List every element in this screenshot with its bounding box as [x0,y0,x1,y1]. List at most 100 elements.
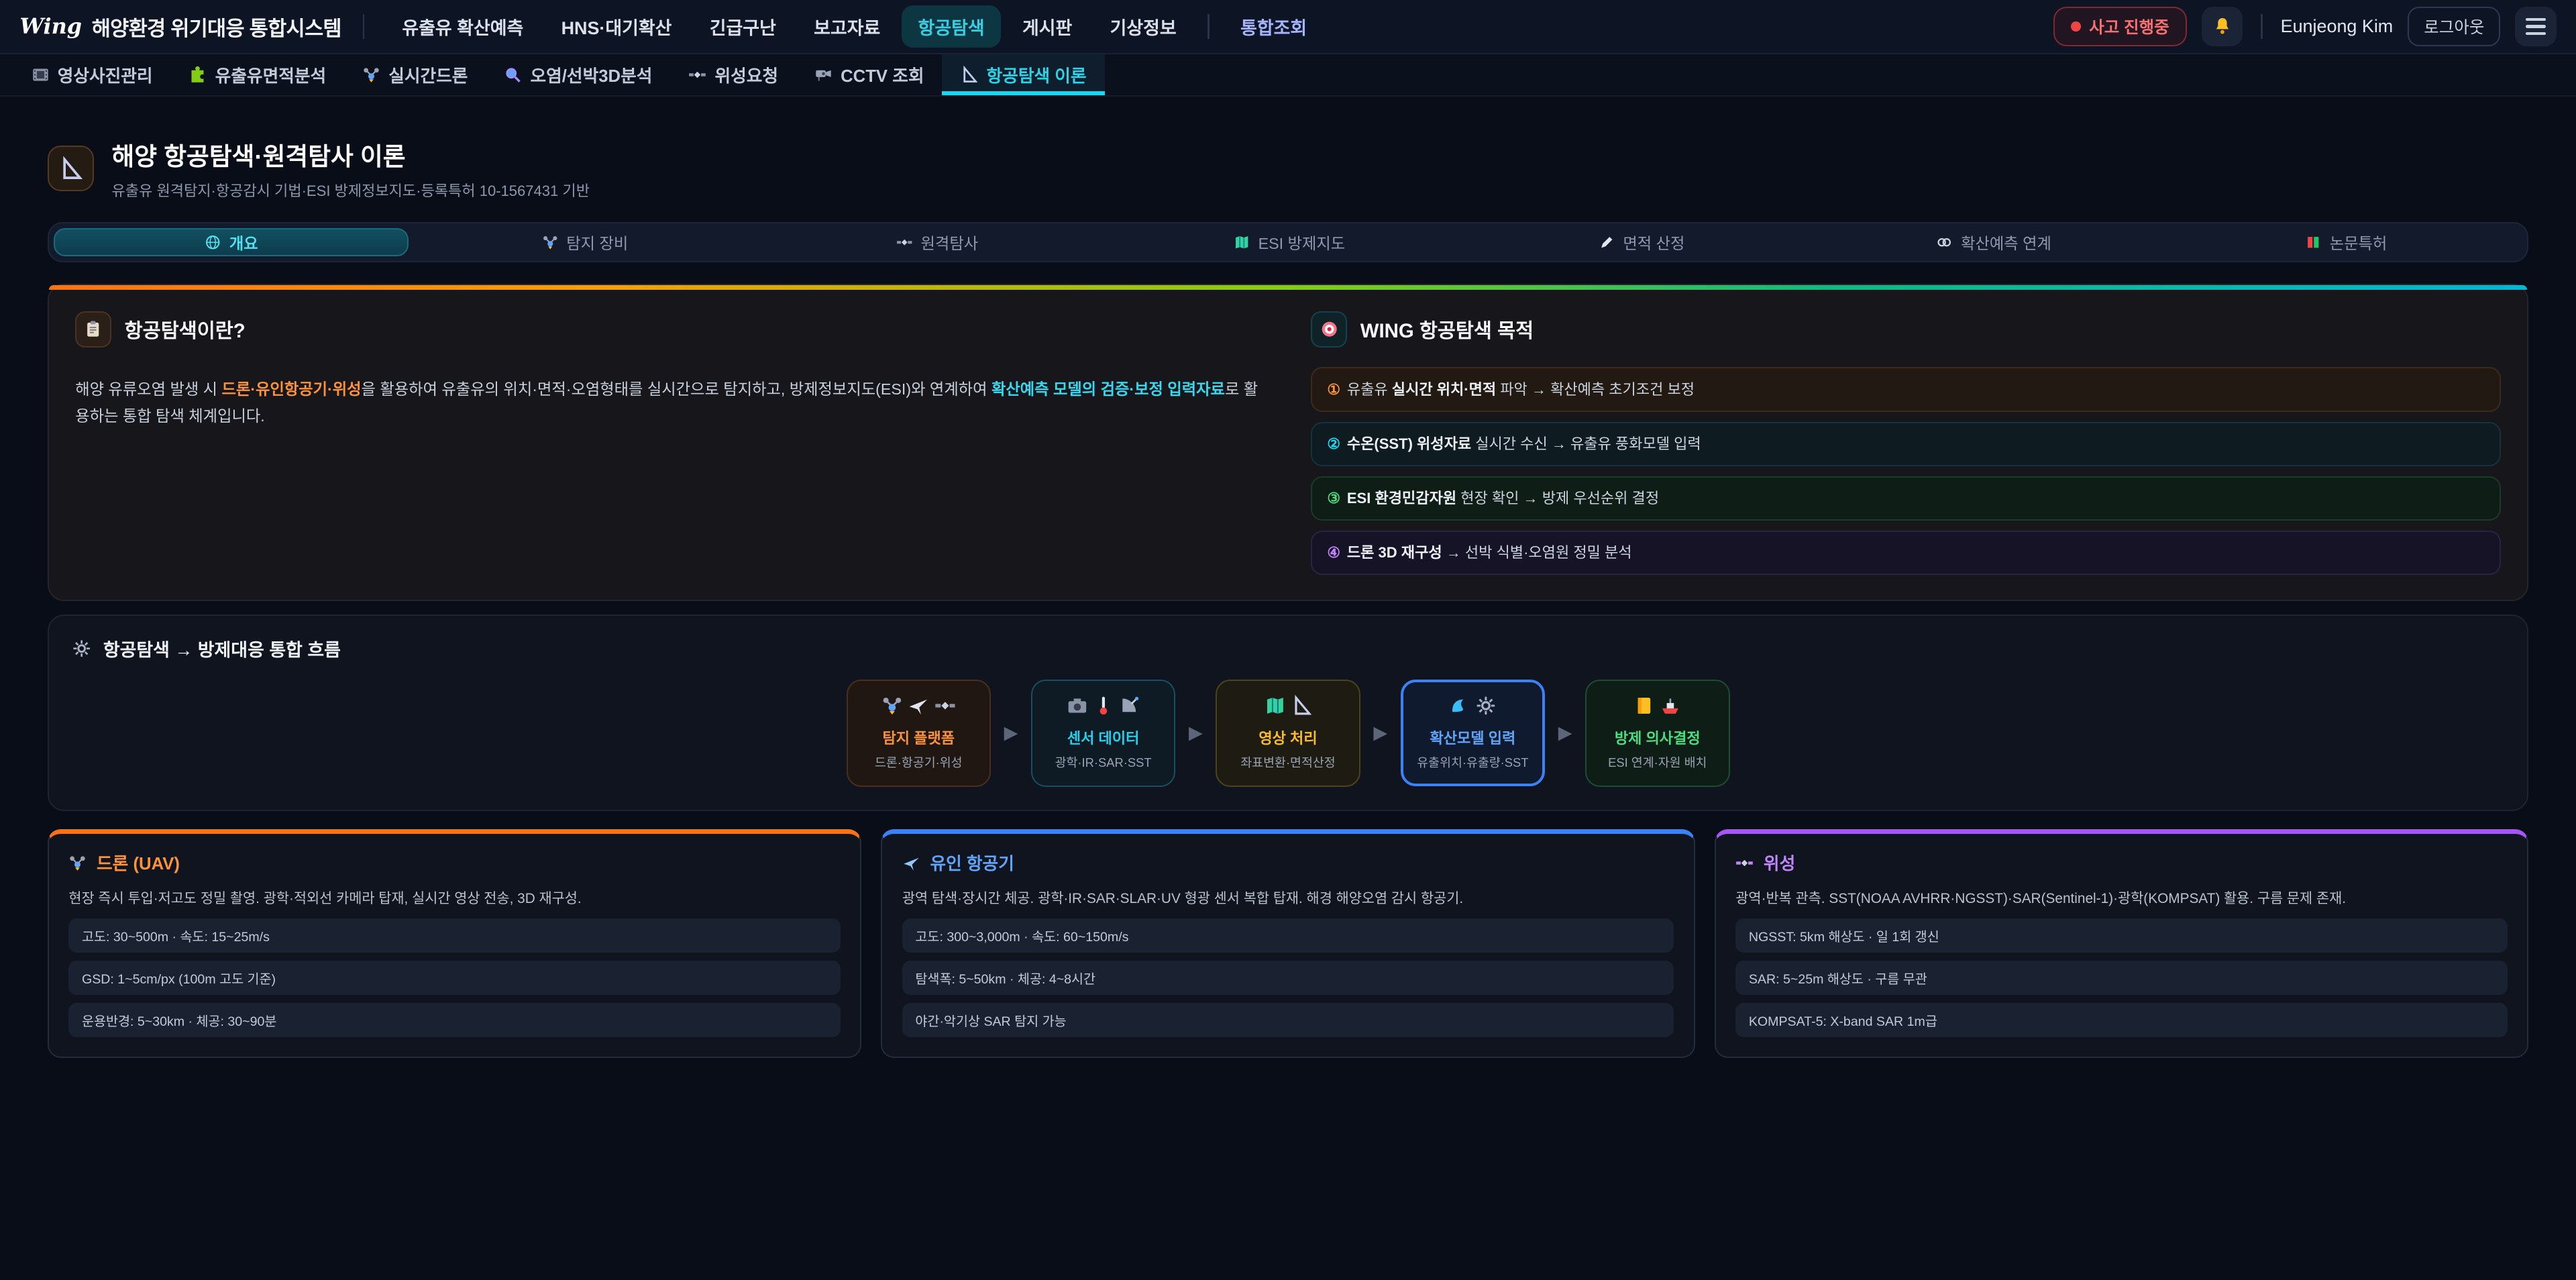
page-subtitle: 유출유 원격탐지·항공감시 기법·ESI 방제정보지도·등록특허 10-1567… [112,179,590,201]
subnav-item-realtime-drone[interactable]: 실시간드론 [344,54,486,96]
flow-title-row: 항공탐색 → 방제대응 통합 흐름 [72,635,2504,661]
subnav-item-cctv[interactable]: CCTV 조회 [796,54,942,96]
drone-icon [881,695,903,716]
nav-item-reports[interactable]: 보고자료 [798,5,897,48]
purpose-list: ①유출유 실시간 위치·면적 파악 → 확산예측 초기조건 보정 ②수온(SST… [1311,367,2501,575]
notifications-button[interactable] [2202,7,2243,46]
nav-item-oil-spill-prediction[interactable]: 유출유 확산예측 [386,5,540,48]
flow-step-sensors: 센서 데이터 광학·IR·SAR·SST [1031,680,1176,787]
plane-icon [902,854,920,872]
divider [1208,14,1209,39]
drone-icon [68,854,87,872]
incident-status-label: 사고 진행중 [2089,15,2169,38]
flow-arrow-icon: ▶ [1189,723,1203,743]
tab-label: 개요 [229,231,258,254]
antenna-dish-icon [1119,695,1140,716]
tab-papers-patents[interactable]: 논문특허 [2170,228,2522,256]
platform-stat: 탐색폭: 5~50km · 체공: 4~8시간 [902,961,1674,995]
subnav-label: 유출유면적분석 [215,62,327,87]
incident-status-badge[interactable]: 사고 진행중 [2053,7,2187,46]
globe-icon [205,234,221,250]
divider [2261,14,2262,39]
flow-arrow-icon: ▶ [1373,723,1387,743]
docs-icon [2305,234,2321,250]
tab-label: 탐지 장비 [566,231,628,254]
tab-area-calculation[interactable]: 면적 산정 [1466,228,1818,256]
flow-step-subtitle: 드론·항공기·위성 [854,753,983,771]
subnav-item-aerial-search-theory[interactable]: 항공탐색 이론 [942,54,1104,96]
ship-icon [1660,695,1681,716]
flow-step-model-input: 확산모델 입력 유출위치·유출량·SST [1401,680,1546,786]
target-icon [1320,319,1339,339]
flow-step-subtitle: 좌표변환·면적산정 [1224,753,1352,771]
tab-remote-sensing[interactable]: 원격탐사 [761,228,1113,256]
purpose-title: WING 항공탐색 목적 [1360,315,1534,343]
flow-step-title: 센서 데이터 [1039,727,1168,748]
platform-stat: KOMPSAT-5: X-band SAR 1m급 [1735,1003,2507,1037]
flow-step-decision: 방제 의사결정 ESI 연계·자원 배치 [1585,680,1730,787]
drone-icon [542,234,558,250]
tab-detection-equipment[interactable]: 탐지 장비 [409,228,761,256]
map-icon [1265,695,1286,716]
platform-stat: 고도: 30~500m · 속도: 15~25m/s [68,918,840,953]
flow-step-title: 영상 처리 [1224,727,1352,748]
gear-icon [1475,695,1497,716]
subnav-label: 위성요청 [714,62,778,87]
pencil-icon [1599,234,1615,250]
platform-card-drone: 드론 (UAV) 현장 즉시 투입·저고도 정밀 촬영. 광학·적외선 카메라 … [48,829,861,1058]
logout-button[interactable]: 로그아웃 [2408,7,2500,46]
overview-panel: 항공탐색이란? 해양 유류오염 발생 시 드론·유인항공기·위성을 활용하여 유… [48,284,2528,601]
page-title-icon-box [48,146,94,192]
satellite-icon [1735,854,1754,872]
nav-item-hns-diffusion[interactable]: HNS·대기확산 [545,5,688,48]
purpose-item-3: ③ESI 환경민감자원 현장 확인 → 방제 우선순위 결정 [1311,476,2501,521]
platform-desc: 광역 탐색·장시간 체공. 광학·IR·SAR·SLAR·UV 형광 센서 복합… [902,888,1674,910]
tab-label: 논문특허 [2330,231,2387,254]
tab-prediction-link[interactable]: 확산예측 연계 [1818,228,2170,256]
flow-step-title: 방제 의사결정 [1593,727,1722,748]
clipboard-icon-box [75,311,111,348]
subnav-label: 오염/선박3D분석 [531,62,653,87]
thermometer-icon [1093,695,1114,716]
flow-steps: 탐지 플랫폼 드론·항공기·위성 ▶ 센서 데이터 광학·IR [72,680,2504,787]
nav-item-weather-info[interactable]: 기상정보 [1093,5,1193,48]
subnav-item-oil-area-analysis[interactable]: 유출유면적분석 [171,54,345,96]
nav-item-board[interactable]: 게시판 [1006,5,1088,48]
top-header: Wing 해양환경 위기대응 통합시스템 유출유 확산예측 HNS·대기확산 긴… [0,0,2576,54]
highlight-platforms: 드론·유인항공기·위성 [222,380,362,398]
what-is-card: 항공탐색이란? 해양 유류오염 발생 시 드론·유인항공기·위성을 활용하여 유… [75,311,1265,575]
nav-item-integrated-search[interactable]: 통합조회 [1224,5,1324,48]
camera-icon [1067,695,1088,716]
satellite-icon [934,695,956,716]
flow-arrow-icon: ▶ [1558,723,1572,743]
subnav-item-pollution-ship-3d[interactable]: 오염/선박3D분석 [486,54,670,96]
tab-esi-map[interactable]: ESI 방제지도 [1114,228,1466,256]
platform-stat: 고도: 300~3,000m · 속도: 60~150m/s [902,918,1674,953]
satellite-icon [688,66,706,84]
tab-overview[interactable]: 개요 [54,228,409,256]
section-tabstrip: 개요 탐지 장비 원격탐사 ESI 방제지도 [48,222,2528,262]
subnav-item-satellite-request[interactable]: 위성요청 [670,54,796,96]
what-is-title: 항공탐색이란? [125,315,246,343]
nav-item-aerial-search[interactable]: 항공탐색 [902,5,1001,48]
subnav-item-image-photo-mgmt[interactable]: 영상사진관리 [13,54,171,96]
puzzle-icon [189,66,207,84]
divider [363,14,364,39]
target-icon-box [1311,311,1347,348]
flow-step-subtitle: ESI 연계·자원 배치 [1593,753,1722,771]
flow-step-subtitle: 유출위치·유출량·SST [1408,753,1538,771]
platform-stat: SAR: 5~25m 해상도 · 구름 무관 [1735,961,2507,995]
magnifier-icon [504,66,522,84]
platform-cards: 드론 (UAV) 현장 즉시 투입·저고도 정밀 촬영. 광학·적외선 카메라 … [48,829,2528,1058]
what-is-text: 해양 유류오염 발생 시 드론·유인항공기·위성을 활용하여 유출유의 위치·면… [75,376,1265,430]
flow-step-subtitle: 광학·IR·SAR·SST [1039,753,1168,771]
nav-item-emergency-rescue[interactable]: 긴급구난 [693,5,792,48]
purpose-item-4: ④드론 3D 재구성 → 선박 식별·오염원 정밀 분석 [1311,531,2501,575]
purpose-item-1: ①유출유 실시간 위치·면적 파악 → 확산예측 초기조건 보정 [1311,367,2501,411]
platform-title: 유인 항공기 [930,850,1014,875]
flow-arrow-icon: ▶ [1004,723,1018,743]
tab-label: ESI 방제지도 [1258,231,1346,254]
flow-title: 항공탐색 → 방제대응 통합 흐름 [103,635,341,661]
menu-button[interactable] [2515,7,2556,46]
app-logo: Wing 해양환경 위기대응 통합시스템 [19,11,341,42]
